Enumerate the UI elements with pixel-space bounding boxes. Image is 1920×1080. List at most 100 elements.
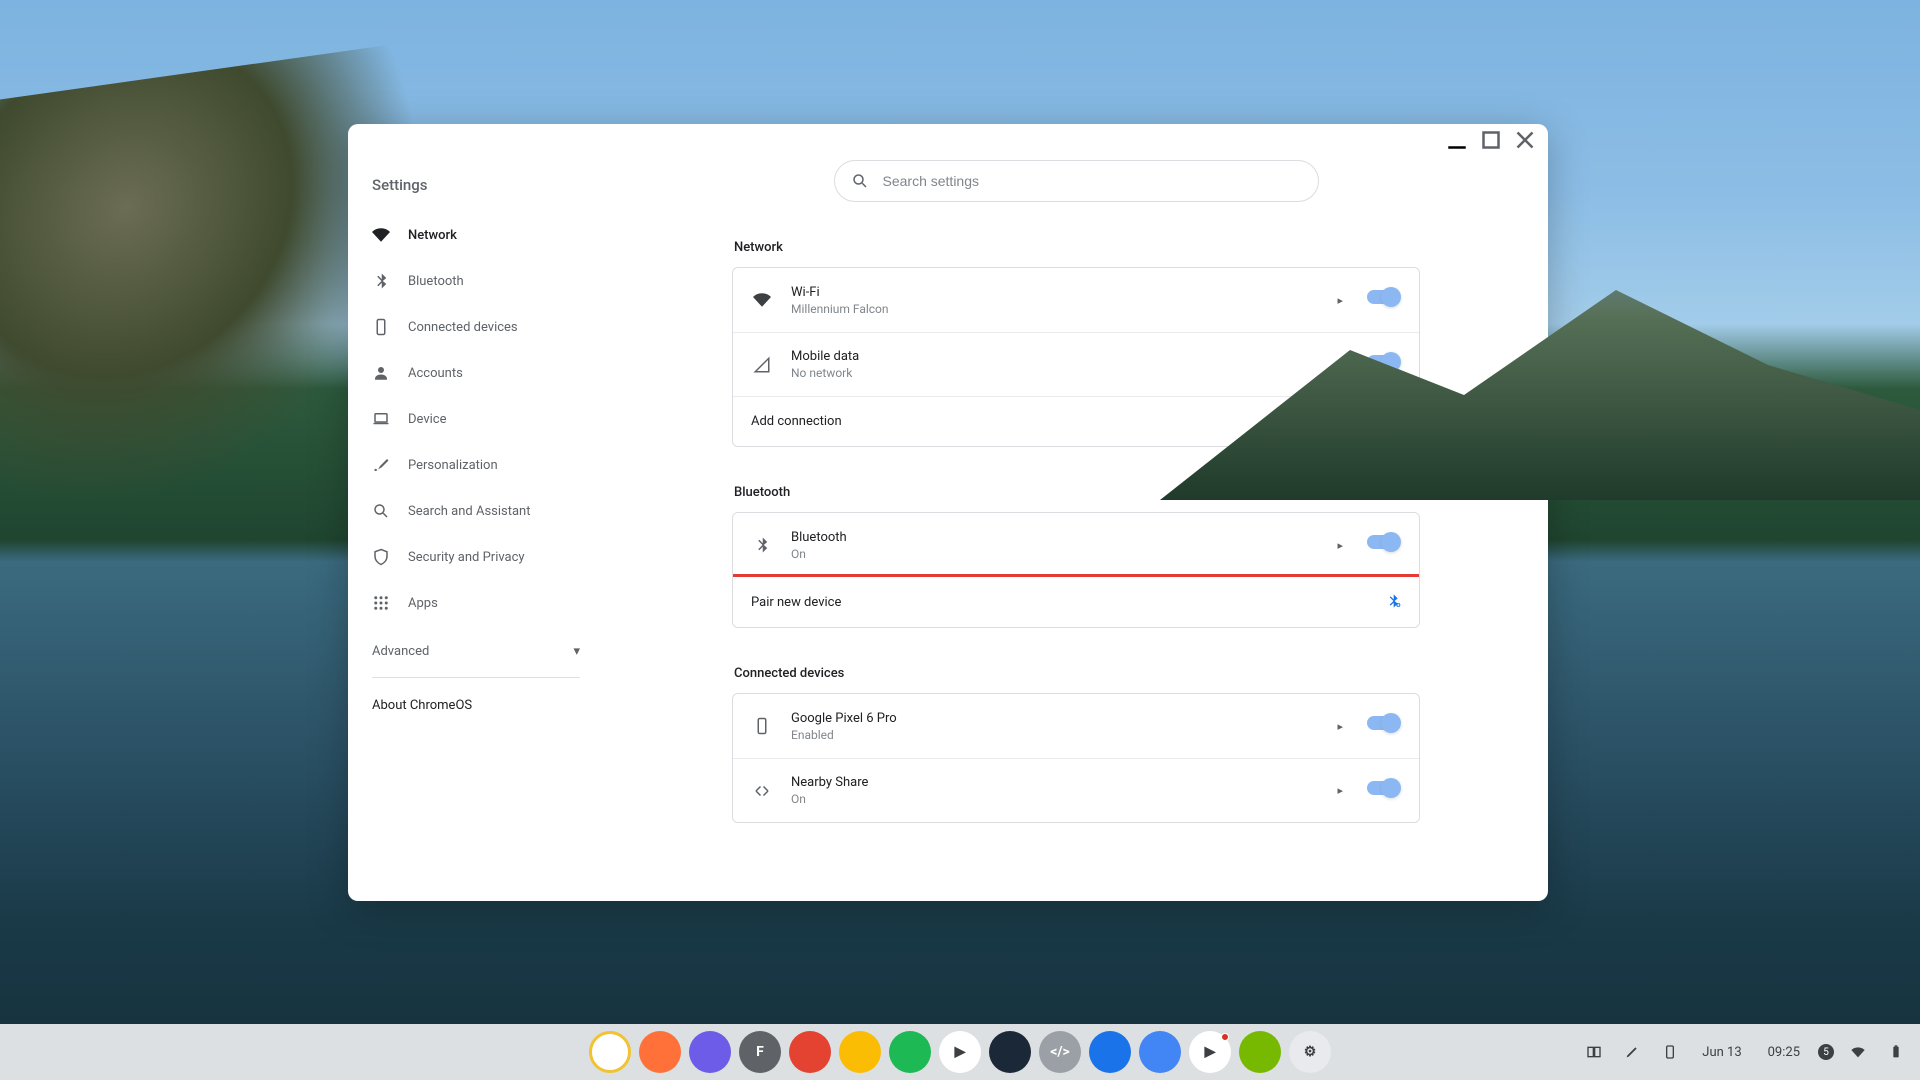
window-minimize-button[interactable] xyxy=(1442,128,1472,152)
shelf-app-files-f[interactable]: F xyxy=(739,1031,781,1073)
row-mobile-data[interactable]: Mobile data No network ▸ xyxy=(733,332,1419,396)
sidebar-item-label: Accounts xyxy=(408,366,463,381)
chevron-down-icon: ⌄ xyxy=(1391,415,1401,429)
shelf-app-messages[interactable] xyxy=(1089,1031,1131,1073)
bluetooth-pair-icon xyxy=(1385,593,1401,613)
window-titlebar xyxy=(348,124,1548,156)
search-icon xyxy=(372,502,390,520)
app-title: Settings xyxy=(348,164,604,212)
shelf-app-steam[interactable] xyxy=(989,1031,1031,1073)
sidebar-item-label: Network xyxy=(408,228,457,243)
wifi-toggle[interactable] xyxy=(1367,290,1401,310)
row-bluetooth[interactable]: Bluetooth On ▸ xyxy=(733,513,1419,577)
shelf-app-obsidian[interactable] xyxy=(689,1031,731,1073)
row-text: Wi-Fi Millennium Falcon xyxy=(791,285,1313,316)
search-icon xyxy=(851,172,869,190)
row-text: Add connection xyxy=(751,414,1391,429)
settings-sidebar: Settings Network Bluetooth Connected dev… xyxy=(348,156,604,901)
shelf-app-firefox[interactable] xyxy=(639,1031,681,1073)
sidebar-item-security-privacy[interactable]: Security and Privacy xyxy=(348,534,604,580)
shelf-apps: F ▶ </> ▶ ⚙ xyxy=(589,1031,1331,1073)
stylus-icon[interactable] xyxy=(1618,1038,1646,1066)
row-subtitle: On xyxy=(791,547,1313,561)
sidebar-item-label: Security and Privacy xyxy=(408,550,525,565)
shelf-app-nvidia[interactable] xyxy=(1239,1031,1281,1073)
row-text: Google Pixel 6 Pro Enabled xyxy=(791,711,1313,742)
phone-toggle[interactable] xyxy=(1367,716,1401,736)
sidebar-about[interactable]: About ChromeOS xyxy=(348,684,604,727)
shelf-app-settings[interactable]: ⚙ xyxy=(1289,1031,1331,1073)
row-wifi[interactable]: Wi-Fi Millennium Falcon ▸ xyxy=(733,268,1419,332)
shelf-app-chrome[interactable] xyxy=(589,1031,631,1073)
chevron-right-icon: ▸ xyxy=(1337,539,1343,552)
phone-hub-icon[interactable] xyxy=(1656,1038,1684,1066)
advanced-label: Advanced xyxy=(372,644,429,659)
mobile-toggle[interactable] xyxy=(1367,355,1401,375)
sidebar-divider xyxy=(372,677,580,678)
sidebar-item-bluetooth[interactable]: Bluetooth xyxy=(348,258,604,304)
bluetooth-card: Bluetooth On ▸ Pair new device xyxy=(732,512,1420,628)
minimize-icon xyxy=(1442,125,1472,155)
sidebar-item-search-assistant[interactable]: Search and Assistant xyxy=(348,488,604,534)
sidebar-item-label: Bluetooth xyxy=(408,274,464,289)
overview-icon[interactable] xyxy=(1580,1038,1608,1066)
notification-dot xyxy=(1221,1033,1229,1041)
apps-icon xyxy=(372,594,390,612)
sidebar-item-connected-devices[interactable]: Connected devices xyxy=(348,304,604,350)
shelf-app-todoist[interactable] xyxy=(789,1031,831,1073)
row-text: Nearby Share On xyxy=(791,775,1313,806)
row-text: Pair new device xyxy=(751,595,1385,610)
phone-icon xyxy=(372,318,390,336)
sidebar-item-network[interactable]: Network xyxy=(348,212,604,258)
bluetooth-toggle[interactable] xyxy=(1367,535,1401,555)
row-title: Wi-Fi xyxy=(791,285,1313,300)
row-text: Bluetooth On xyxy=(791,530,1313,561)
shelf-app-keep[interactable] xyxy=(839,1031,881,1073)
chevron-right-icon: ▸ xyxy=(1337,784,1343,797)
shelf-app-youtube[interactable]: ▶ xyxy=(1189,1031,1231,1073)
tray-time[interactable]: 09:25 xyxy=(1760,1041,1808,1064)
shelf-app-code[interactable]: </> xyxy=(1039,1031,1081,1073)
sidebar-item-accounts[interactable]: Accounts xyxy=(348,350,604,396)
sidebar-item-apps[interactable]: Apps xyxy=(348,580,604,626)
chevron-down-icon: ▾ xyxy=(573,644,580,659)
section-title: Bluetooth xyxy=(734,485,1418,500)
notification-badge[interactable]: 5 xyxy=(1818,1044,1834,1060)
connected-card: Google Pixel 6 Pro Enabled ▸ Nearby Shar… xyxy=(732,693,1420,823)
row-pair-new-device[interactable]: Pair new device xyxy=(733,577,1419,627)
search-input[interactable] xyxy=(883,173,1302,189)
shelf-app-spotify[interactable] xyxy=(889,1031,931,1073)
sidebar-item-label: Apps xyxy=(408,596,438,611)
row-title: Add connection xyxy=(751,414,1391,429)
sidebar-item-label: Device xyxy=(408,412,447,427)
nearby-toggle[interactable] xyxy=(1367,781,1401,801)
battery-tray-icon[interactable] xyxy=(1882,1038,1910,1066)
section-network: Network Wi-Fi Millennium Falcon ▸ xyxy=(732,230,1420,475)
sidebar-item-label: Search and Assistant xyxy=(408,504,531,519)
sidebar-advanced[interactable]: Advanced ▾ xyxy=(348,632,604,671)
brush-icon xyxy=(372,456,390,474)
row-add-connection[interactable]: Add connection ⌄ xyxy=(733,396,1419,446)
row-phone[interactable]: Google Pixel 6 Pro Enabled ▸ xyxy=(733,694,1419,758)
shelf-app-play[interactable]: ▶ xyxy=(939,1031,981,1073)
bluetooth-icon xyxy=(372,272,390,290)
about-label: About ChromeOS xyxy=(372,698,472,713)
section-bluetooth: Bluetooth Bluetooth On ▸ xyxy=(732,475,1420,656)
tray-date[interactable]: Jun 13 xyxy=(1694,1041,1749,1064)
desktop: Settings Network Bluetooth Connected dev… xyxy=(0,0,1920,1080)
row-subtitle: Enabled xyxy=(791,728,1313,742)
row-nearby-share[interactable]: Nearby Share On ▸ xyxy=(733,758,1419,822)
bluetooth-icon xyxy=(751,536,773,554)
system-tray[interactable]: Jun 13 09:25 5 xyxy=(1580,1024,1910,1080)
window-maximize-button[interactable] xyxy=(1476,128,1506,152)
row-subtitle: On xyxy=(791,792,1313,806)
laptop-icon xyxy=(372,410,390,428)
sidebar-item-device[interactable]: Device xyxy=(348,396,604,442)
shelf-app-docs[interactable] xyxy=(1139,1031,1181,1073)
window-close-button[interactable] xyxy=(1510,128,1540,152)
person-icon xyxy=(372,364,390,382)
sidebar-item-personalization[interactable]: Personalization xyxy=(348,442,604,488)
section-title: Connected devices xyxy=(734,666,1418,681)
wifi-tray-icon[interactable] xyxy=(1844,1038,1872,1066)
search-bar[interactable] xyxy=(834,160,1319,202)
